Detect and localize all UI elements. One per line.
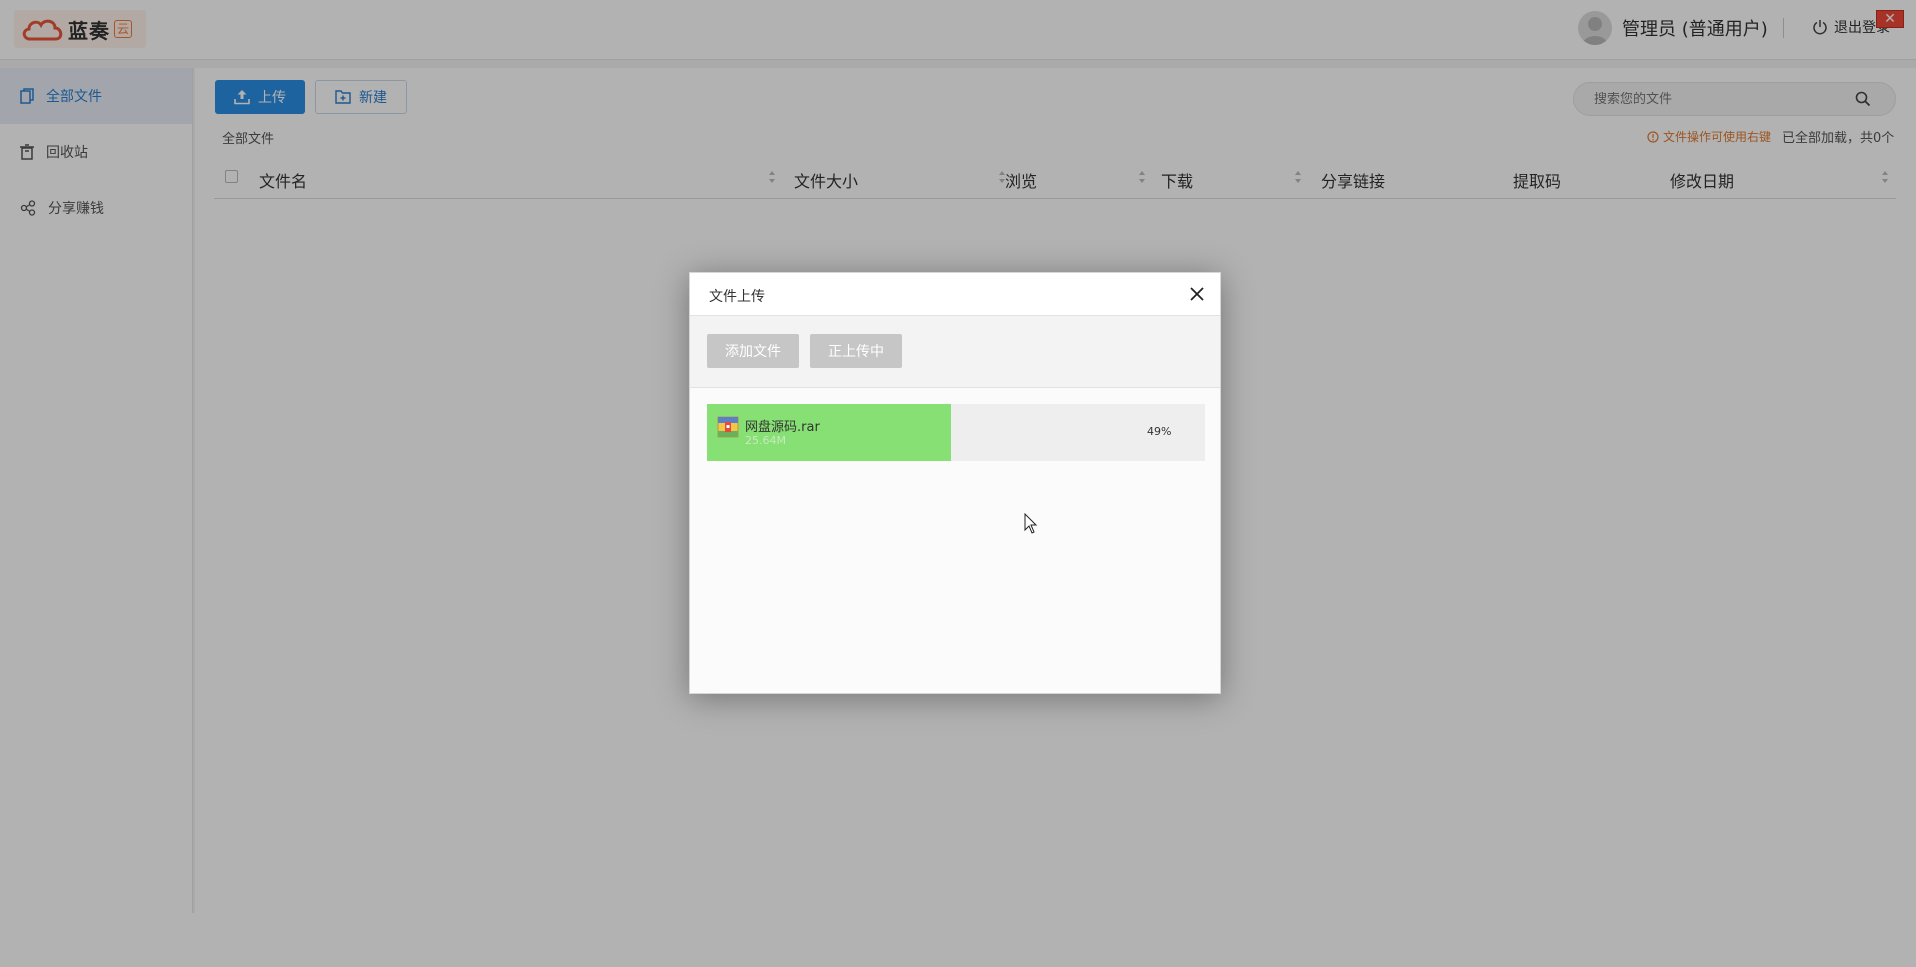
uploading-status-button[interactable]: 正上传中 xyxy=(810,334,902,368)
upload-progress-bar xyxy=(707,404,952,461)
dialog-header: 文件上传 xyxy=(690,273,1220,316)
file-name: 网盘源码.rar xyxy=(745,420,820,435)
uploading-status-label: 正上传中 xyxy=(828,344,884,360)
close-icon[interactable] xyxy=(1188,285,1206,303)
file-size: 25.64M xyxy=(745,434,786,447)
upload-percent: 49% xyxy=(1147,425,1172,438)
upload-dialog: 文件上传 添加文件 正上传中 网盘源码.rar 25.64M 49% xyxy=(689,272,1221,694)
archive-file-icon xyxy=(717,416,739,438)
dialog-title: 文件上传 xyxy=(709,289,765,305)
dialog-toolbar: 添加文件 正上传中 xyxy=(690,316,1220,388)
add-file-button[interactable]: 添加文件 xyxy=(707,334,799,368)
upload-item: 网盘源码.rar 25.64M 49% xyxy=(707,404,1205,461)
app-window: 蓝奏 云 管理员 (普通用户) 退出登录 ✕ 全部文件 回收站 分享赚钱 上传 … xyxy=(0,0,1916,967)
mouse-cursor-icon xyxy=(1024,513,1038,534)
add-file-label: 添加文件 xyxy=(725,344,781,360)
